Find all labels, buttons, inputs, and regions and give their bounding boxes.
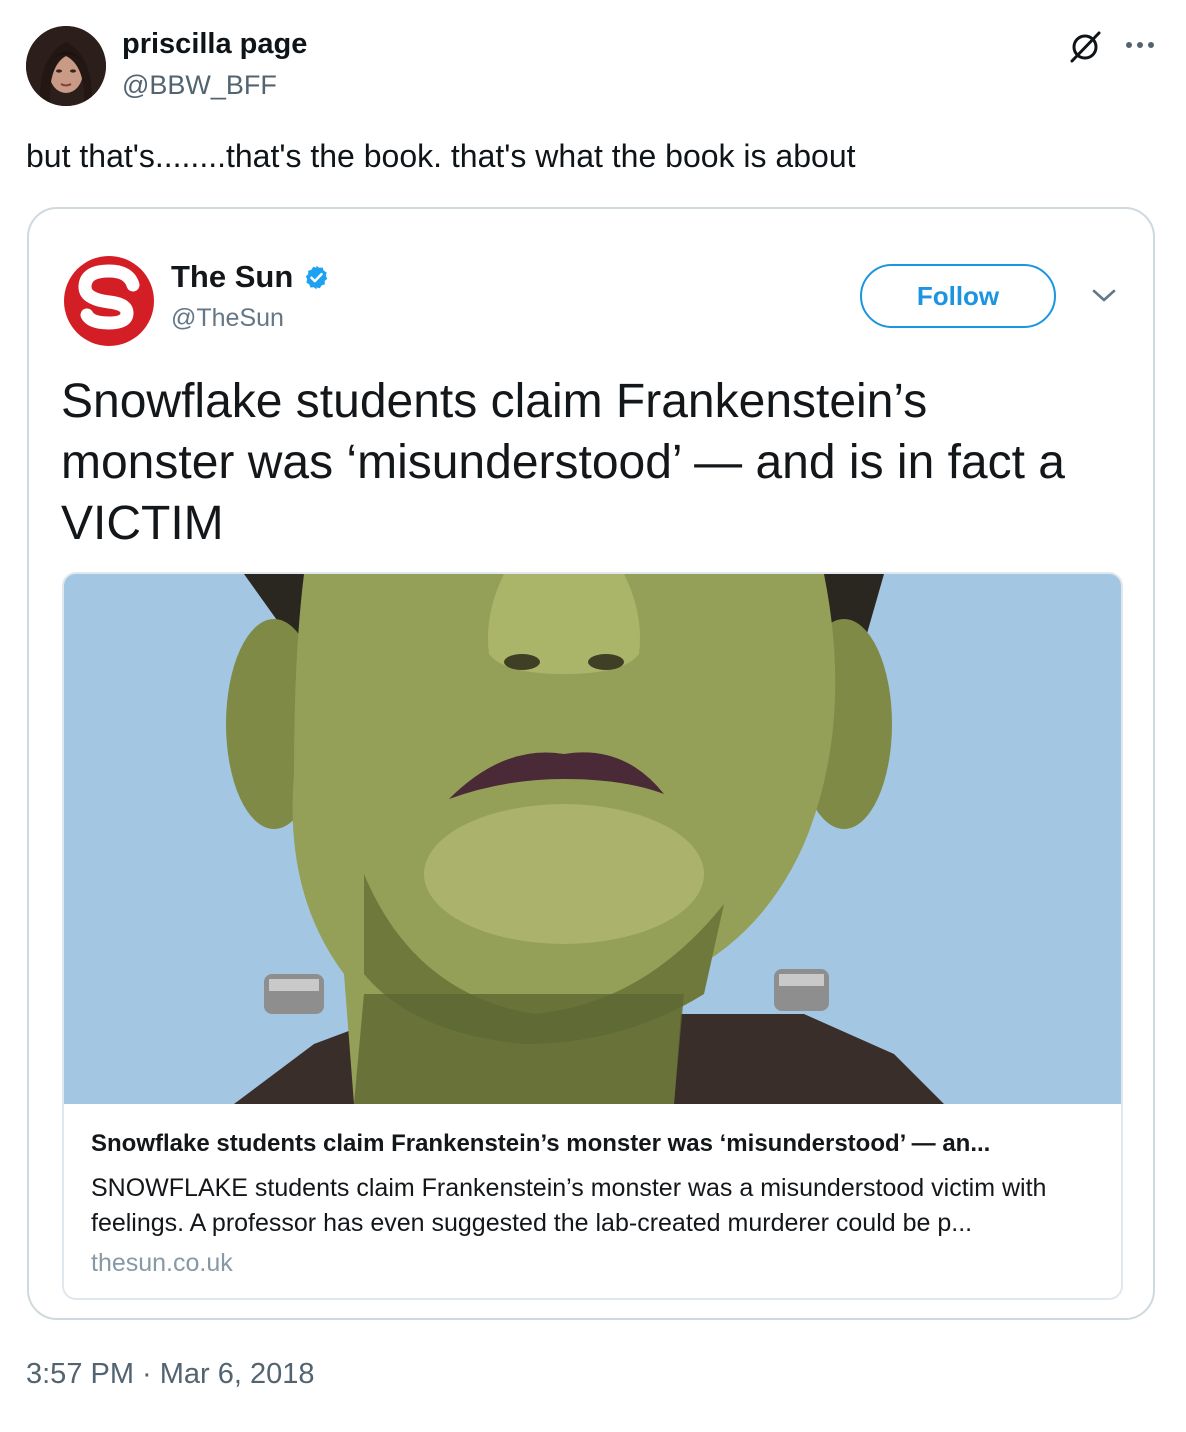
quoted-author-name-text: The Sun bbox=[171, 259, 294, 294]
chevron-down-icon[interactable] bbox=[1091, 287, 1117, 305]
author-name[interactable]: priscilla page bbox=[122, 28, 307, 61]
quoted-tweet-card[interactable]: The Sun @TheSun Follow Snowflake student… bbox=[27, 207, 1155, 1320]
link-title[interactable]: Snowflake students claim Frankenstein’s … bbox=[91, 1130, 1101, 1158]
link-description: SNOWFLAKE students claim Frankenstein’s … bbox=[91, 1174, 1047, 1237]
link-preview-card[interactable]: Snowflake students claim Frankenstein’s … bbox=[62, 572, 1123, 1300]
quoted-author-name[interactable]: The Sun bbox=[171, 259, 330, 295]
quoted-tweet-text: Snowflake students claim Frankenstein’s … bbox=[61, 375, 1065, 550]
more-icon[interactable] bbox=[1122, 30, 1158, 60]
quoted-author-handle[interactable]: @TheSun bbox=[171, 304, 284, 333]
grok-icon[interactable] bbox=[1066, 28, 1104, 66]
author-handle[interactable]: @BBW_BFF bbox=[122, 70, 277, 101]
tweet-text: but that's........that's the book. that'… bbox=[26, 138, 856, 174]
avatar[interactable] bbox=[26, 26, 106, 106]
link-domain[interactable]: thesun.co.uk bbox=[91, 1249, 233, 1278]
sun-logo[interactable] bbox=[63, 255, 155, 347]
follow-button[interactable]: Follow bbox=[860, 264, 1056, 328]
tweet-timestamp[interactable]: 3:57 PM · Mar 6, 2018 bbox=[26, 1358, 315, 1391]
verified-icon bbox=[306, 265, 328, 289]
link-preview-image[interactable] bbox=[64, 574, 1121, 1104]
